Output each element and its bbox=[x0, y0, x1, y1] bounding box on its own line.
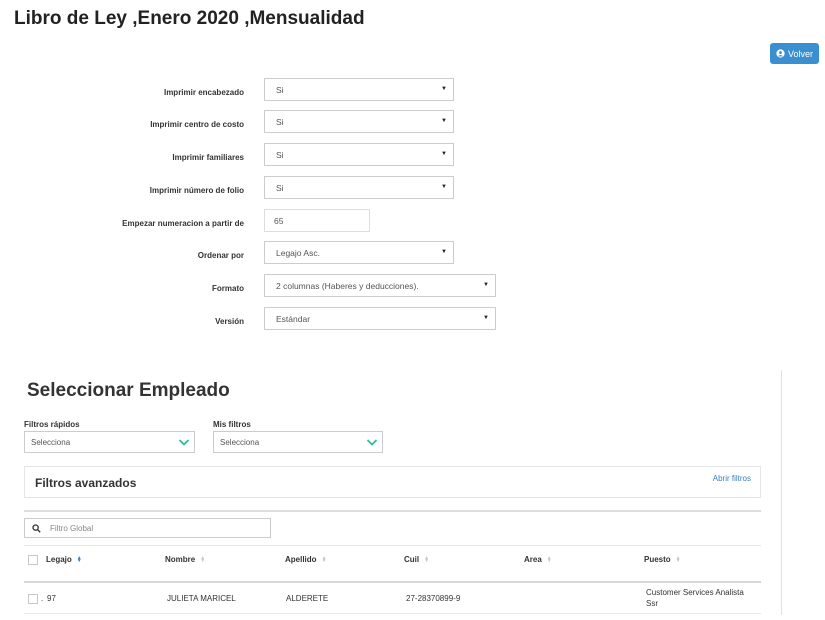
column-header-legajo[interactable]: Legajo ▲ ▼ bbox=[46, 555, 82, 564]
print-family-value: Si bbox=[276, 149, 284, 160]
search-icon bbox=[32, 524, 41, 533]
column-header-nombre[interactable]: Nombre ▲ ▼ bbox=[165, 555, 205, 564]
start-number-input[interactable]: 65 bbox=[264, 209, 370, 232]
back-button-label: Volver bbox=[787, 48, 813, 59]
caret-down-icon: ▼ bbox=[441, 184, 447, 190]
back-button[interactable]: Volver bbox=[770, 43, 819, 64]
cell-puesto-line1: Customer Services Analista bbox=[646, 588, 744, 597]
print-folio-label: Imprimir número de folio bbox=[149, 186, 244, 195]
table-row[interactable]: . 97 JULIETA MARICEL ALDERETE 27-2837089… bbox=[24, 583, 761, 614]
row-checkbox[interactable] bbox=[28, 594, 38, 604]
column-header-area[interactable]: Area ▲ ▼ bbox=[524, 555, 552, 564]
cell-puesto-line2: Ssr bbox=[646, 599, 658, 608]
order-by-value: Legajo Asc. bbox=[276, 247, 320, 258]
sort-icon: ▲ ▼ bbox=[200, 554, 206, 564]
sort-icon: ▲ ▼ bbox=[321, 554, 327, 564]
caret-down-icon: ▼ bbox=[483, 282, 489, 288]
my-filters-label: Mis filtros bbox=[213, 420, 251, 429]
sort-icon: ▲ ▼ bbox=[675, 554, 681, 564]
order-by-select[interactable]: Legajo Asc. ▼ bbox=[264, 241, 454, 264]
version-select[interactable]: Estándar ▼ bbox=[264, 307, 496, 330]
column-cuil-label: Cuil bbox=[404, 555, 420, 564]
sort-icon: ▲ ▼ bbox=[424, 554, 430, 564]
print-header-label: Imprimir encabezado bbox=[163, 88, 244, 97]
print-folio-value: Si bbox=[276, 182, 284, 193]
open-filters-link[interactable]: Abrir filtros bbox=[713, 474, 751, 483]
start-number-value: 65 bbox=[274, 215, 284, 226]
row-bullet: . bbox=[41, 594, 44, 603]
column-apellido-label: Apellido bbox=[285, 555, 317, 564]
global-search bbox=[24, 518, 271, 538]
cell-apellido: ALDERETE bbox=[286, 594, 329, 603]
print-family-label: Imprimir familiares bbox=[172, 153, 244, 162]
caret-down-icon: ▼ bbox=[483, 315, 489, 321]
table-header: Legajo ▲ ▼ Nombre ▲ ▼ Apellido ▲ ▼ Cuil ▲ ▼ … bbox=[24, 545, 761, 583]
caret-down-icon: ▼ bbox=[441, 118, 447, 124]
form-row-print-cost-center: Imprimir centro de costo Si ▼ bbox=[0, 110, 520, 133]
chevron-down-icon bbox=[366, 439, 378, 446]
quick-filters-select[interactable]: Selecciona bbox=[24, 431, 195, 453]
version-value: Estándar bbox=[276, 313, 311, 324]
order-by-label: Ordenar por bbox=[197, 251, 244, 260]
form-row-version: Versión Estándar ▼ bbox=[0, 307, 520, 330]
form-row-print-header: Imprimir encabezado Si ▼ bbox=[0, 78, 520, 101]
cell-nombre: JULIETA MARICEL bbox=[167, 594, 236, 603]
quick-filters-label: Filtros rápidos bbox=[24, 420, 80, 429]
column-header-puesto[interactable]: Puesto ▲ ▼ bbox=[644, 555, 681, 564]
user-circle-icon bbox=[776, 49, 785, 58]
my-filters-value: Selecciona bbox=[220, 437, 260, 447]
form-row-print-folio: Imprimir número de folio Si ▼ bbox=[0, 176, 520, 199]
global-search-input[interactable] bbox=[50, 522, 265, 535]
sort-icon: ▲ ▼ bbox=[76, 554, 82, 564]
print-cost-center-label: Imprimir centro de costo bbox=[150, 120, 244, 129]
start-number-label: Empezar numeracion a partir de bbox=[122, 219, 244, 228]
print-family-select[interactable]: Si ▼ bbox=[264, 143, 454, 166]
page-title: Libro de Ley ,Enero 2020 ,Mensualidad bbox=[14, 8, 365, 29]
column-nombre-label: Nombre bbox=[165, 555, 196, 564]
sort-icon: ▲ ▼ bbox=[546, 554, 552, 564]
section-title: Seleccionar Empleado bbox=[27, 380, 230, 401]
cell-legajo: 97 bbox=[47, 594, 56, 603]
format-label: Formato bbox=[212, 284, 244, 293]
caret-down-icon: ▼ bbox=[441, 151, 447, 157]
caret-down-icon: ▼ bbox=[441, 86, 447, 92]
column-header-apellido[interactable]: Apellido ▲ ▼ bbox=[285, 555, 327, 564]
form-row-order-by: Ordenar por Legajo Asc. ▼ bbox=[0, 241, 520, 264]
column-area-label: Area bbox=[524, 555, 542, 564]
select-all-checkbox[interactable] bbox=[28, 555, 38, 565]
column-header-cuil[interactable]: Cuil ▲ ▼ bbox=[404, 555, 429, 564]
format-value: 2 columnas (Haberes y deducciones). bbox=[276, 280, 419, 291]
version-label: Versión bbox=[215, 317, 244, 326]
cell-cuil: 27-28370899-9 bbox=[406, 594, 461, 603]
print-header-select[interactable]: Si ▼ bbox=[264, 78, 454, 101]
format-select[interactable]: 2 columnas (Haberes y deducciones). ▼ bbox=[264, 274, 496, 297]
print-header-value: Si bbox=[276, 84, 284, 95]
form-row-format: Formato 2 columnas (Haberes y deduccione… bbox=[0, 274, 520, 297]
form-row-print-family: Imprimir familiares Si ▼ bbox=[0, 143, 520, 166]
divider bbox=[24, 510, 761, 512]
column-puesto-label: Puesto bbox=[644, 555, 671, 564]
form-row-start-number: Empezar numeracion a partir de 65 bbox=[0, 209, 520, 232]
caret-down-icon: ▼ bbox=[441, 249, 447, 255]
print-folio-select[interactable]: Si ▼ bbox=[264, 176, 454, 199]
quick-filters-value: Selecciona bbox=[31, 437, 71, 447]
my-filters-select[interactable]: Selecciona bbox=[213, 431, 383, 453]
print-cost-center-value: Si bbox=[276, 116, 284, 127]
print-cost-center-select[interactable]: Si ▼ bbox=[264, 110, 454, 133]
column-legajo-label: Legajo bbox=[46, 555, 72, 564]
advanced-filters-panel: Filtros avanzados Abrir filtros bbox=[24, 466, 761, 498]
chevron-down-icon bbox=[178, 439, 190, 446]
section-divider bbox=[781, 370, 782, 615]
advanced-filters-title: Filtros avanzados bbox=[35, 476, 137, 490]
